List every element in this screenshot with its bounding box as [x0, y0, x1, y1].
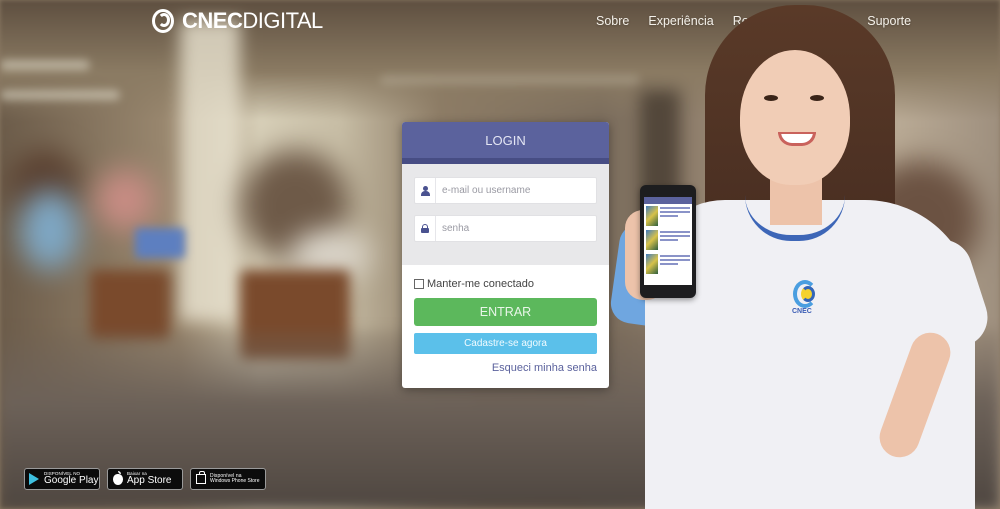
google-play-badge[interactable]: DISPONÍVEL NO Google Play	[24, 468, 100, 490]
brand-name: CNECDIGITAL	[182, 8, 323, 34]
register-button[interactable]: Cadastre-se agora	[414, 333, 597, 354]
user-icon	[415, 178, 436, 203]
app-store-badge[interactable]: Baixar na App Store	[107, 468, 183, 490]
smartphone-mockup	[640, 185, 696, 298]
username-input[interactable]	[436, 178, 596, 203]
login-fields	[402, 164, 609, 265]
phone-screen	[644, 197, 692, 285]
brand-logo[interactable]: CNECDIGITAL	[152, 8, 323, 34]
remember-me-checkbox[interactable]	[414, 279, 424, 289]
login-title: LOGIN	[402, 122, 609, 158]
cnec-swirl-logo-icon	[152, 8, 176, 34]
username-field	[414, 177, 597, 204]
remember-me-label: Manter-me conectado	[427, 278, 534, 290]
windows-store-text: Windows Phone Store	[210, 478, 260, 484]
lock-icon	[415, 216, 436, 241]
login-actions: Manter-me conectado ENTRAR Cadastre-se a…	[402, 265, 609, 374]
brand-name-bold: CNEC	[182, 8, 243, 33]
app-store-text: App Store	[127, 475, 172, 487]
password-field	[414, 215, 597, 242]
login-card: LOGIN Manter-me conectado ENTRAR Cadastr…	[402, 122, 609, 388]
enter-button[interactable]: ENTRAR	[414, 298, 597, 326]
windows-store-badge[interactable]: Disponível na Windows Phone Store	[190, 468, 266, 490]
apple-icon	[112, 470, 124, 485]
password-input[interactable]	[436, 216, 596, 241]
shirt-logo-text: CNEC	[792, 308, 812, 315]
forgot-password-link[interactable]: Esqueci minha senha	[414, 362, 597, 374]
store-badges: DISPONÍVEL NO Google Play Baixar na App …	[24, 468, 266, 490]
windows-store-icon	[195, 471, 207, 485]
google-play-icon	[29, 473, 41, 485]
remember-me[interactable]: Manter-me conectado	[414, 276, 597, 292]
brand-name-light: DIGITAL	[242, 8, 323, 33]
google-play-text: Google Play	[44, 475, 99, 487]
hero-student-image: CNEC	[608, 0, 1000, 509]
